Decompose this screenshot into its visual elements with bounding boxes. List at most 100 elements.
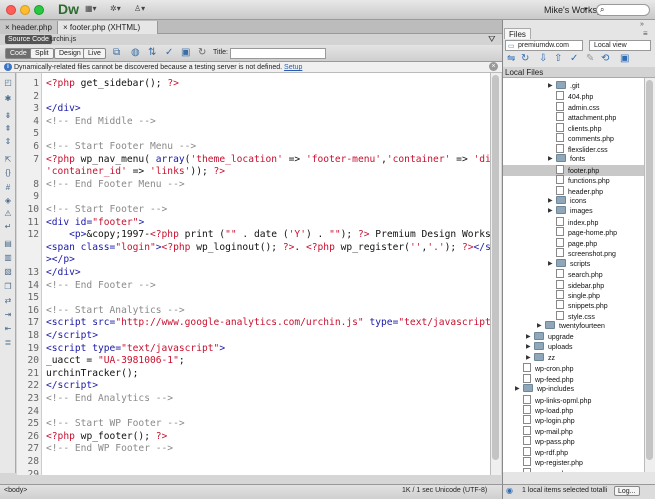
file-item[interactable]: wp-links-opml.php	[523, 394, 591, 406]
sync-icon[interactable]: ⟲	[601, 53, 609, 64]
file-item[interactable]: wp-feed.php	[523, 373, 574, 385]
file-item[interactable]: wp-rss.php	[523, 467, 569, 472]
file-item[interactable]: index.php	[556, 216, 598, 228]
syntax-error-icon[interactable]: ⚠	[3, 209, 13, 219]
file-item[interactable]: single.php	[556, 290, 600, 301]
file-item[interactable]: page.php	[556, 237, 597, 249]
folder-item[interactable]: ▶ uploads	[526, 342, 573, 353]
code-line[interactable]: </div>	[46, 102, 81, 115]
file-item[interactable]: page-home.php	[556, 227, 617, 238]
setup-link[interactable]: Setup	[284, 64, 302, 71]
refresh-icon[interactable]: ↻	[521, 53, 529, 64]
expand-arrow-icon[interactable]: ▶	[537, 321, 542, 332]
code-line[interactable]: <!-- Start WP Footer -->	[46, 417, 185, 430]
wrap-tag-icon[interactable]: ▧	[3, 267, 13, 277]
layout-menu-icon[interactable]: ▦▾	[85, 4, 97, 16]
code-line[interactable]: <!-- End Middle -->	[46, 115, 156, 128]
word-wrap-icon[interactable]: ↵	[3, 222, 13, 232]
expand-arrow-icon[interactable]: ▶	[548, 154, 553, 165]
code-line[interactable]: <script src="http://www.google-analytics…	[46, 316, 490, 329]
collapse-selection-icon[interactable]: ⇞	[3, 124, 13, 134]
source-code-button[interactable]: Source Code	[5, 35, 52, 44]
code-view-button[interactable]: Code	[5, 48, 32, 59]
tag-selector[interactable]: <body>	[4, 487, 27, 494]
file-item[interactable]: style.css	[556, 310, 595, 322]
expand-arrow-icon[interactable]: ▶	[526, 353, 531, 364]
expand-arrow-icon[interactable]: ▶	[548, 206, 553, 217]
tab-footer-php[interactable]: × footer.php (XHTML)	[58, 21, 158, 34]
visual-aids-icon[interactable]: ▣	[181, 47, 190, 58]
code-line[interactable]: urchinTracker();	[46, 367, 138, 380]
file-item[interactable]: flexslider.css	[556, 143, 608, 155]
code-line[interactable]: <?php wp_footer(); ?>	[46, 430, 167, 443]
tab-files[interactable]: Files	[504, 28, 531, 39]
file-item[interactable]: admin.css	[556, 101, 600, 113]
code-line[interactable]: </script>	[46, 329, 98, 342]
file-item[interactable]: clients.php	[556, 122, 601, 134]
code-line[interactable]: <p>&copy;1997-<?php print ("" . date ('Y…	[46, 228, 490, 241]
gear-icon[interactable]: ✲▾	[110, 4, 121, 16]
check-out-icon[interactable]: ✓	[570, 53, 578, 64]
code-scrollbar-thumb[interactable]	[492, 75, 499, 460]
folder-item[interactable]: ▶ images	[548, 206, 593, 217]
code-line[interactable]: </script>	[46, 379, 98, 392]
filter-icon[interactable]: ⛛	[488, 34, 496, 45]
folder-item[interactable]: ▶ icons	[548, 195, 586, 207]
expand-arrow-icon[interactable]: ▶	[526, 342, 531, 353]
site-select[interactable]: ▭ premiumdw.com	[505, 40, 583, 51]
expand-panel-icon[interactable]: ▣	[620, 53, 629, 64]
code-editor[interactable]: 1 2 3 4 5 6 7 8 9 10 11 12 13 14 15 16 17 18 19 20 21 22 23 24 2…	[17, 73, 490, 475]
code-line[interactable]: <?php wp_nav_menu( array('theme_location…	[46, 153, 490, 166]
code-line[interactable]: <script type="text/javascript">	[46, 342, 225, 355]
multiscreen-icon[interactable]: ⧉	[113, 47, 120, 58]
code-line[interactable]: 'container_id' => 'links')); ?>	[46, 165, 225, 178]
related-file-link[interactable]: urchin.js	[50, 35, 76, 44]
file-management-icon[interactable]: ⇅	[148, 47, 156, 58]
expand-all-icon[interactable]: ⇕	[3, 137, 13, 147]
live-view-button[interactable]: Live	[83, 48, 106, 59]
panel-menu-icon[interactable]: ≡	[643, 29, 648, 38]
file-tree[interactable]: ▶ .git 404.php admin.css attachment.php clien…	[503, 78, 644, 472]
folder-item[interactable]: ▶ wp-includes	[515, 384, 574, 395]
indent-code-icon[interactable]: ⇥	[3, 310, 13, 320]
collapse-full-tag-icon[interactable]: ⇟	[3, 111, 13, 121]
refresh-icon[interactable]: ↻	[198, 47, 206, 58]
folder-item[interactable]: ▶ zz	[526, 352, 555, 364]
zoom-window-button[interactable]	[34, 5, 44, 15]
minimize-window-button[interactable]	[20, 5, 30, 15]
folder-item[interactable]: ▶ twentyfourteen	[537, 321, 605, 332]
search-input[interactable]: ⌕	[596, 4, 650, 16]
title-input[interactable]	[230, 48, 326, 59]
code-line[interactable]: _uacct = "UA-3981006-1";	[46, 354, 185, 367]
check-in-icon[interactable]: ✎	[586, 53, 594, 64]
expand-arrow-icon[interactable]: ▶	[548, 259, 553, 270]
split-view-button[interactable]: Split	[30, 48, 54, 59]
connect-icon[interactable]: ⇋	[507, 53, 515, 64]
design-view-button[interactable]: Design	[54, 48, 86, 59]
line-numbers-icon[interactable]: #	[3, 183, 13, 193]
expand-arrow-icon[interactable]: ▶	[515, 384, 520, 395]
highlight-invalid-code-icon[interactable]: ◈	[3, 196, 13, 206]
file-tree-scrollbar-thumb[interactable]	[646, 80, 653, 460]
file-item[interactable]: wp-cron.php	[523, 363, 574, 374]
code-line[interactable]: <!-- End Footer Menu -->	[46, 178, 185, 191]
close-icon[interactable]: ×	[63, 23, 70, 32]
file-item[interactable]: footer.php	[503, 164, 644, 176]
file-item[interactable]: wp-mail.php	[523, 425, 573, 437]
collapse-panel-icon[interactable]: »	[640, 21, 644, 28]
log-button[interactable]: Log...	[614, 486, 640, 496]
file-item[interactable]: wp-pass.php	[523, 436, 575, 447]
view-select[interactable]: Local view	[589, 40, 651, 51]
code-line[interactable]: <!-- End WP Footer -->	[46, 442, 173, 455]
close-icon[interactable]: ×	[5, 23, 12, 32]
file-item[interactable]: wp-rdf.php	[523, 446, 568, 458]
select-parent-tag-icon[interactable]: ⇱	[3, 155, 13, 165]
close-window-button[interactable]	[6, 5, 16, 15]
file-item[interactable]: screenshot.png	[556, 248, 616, 259]
file-item[interactable]: wp-load.php	[523, 404, 573, 416]
show-code-navigator-icon[interactable]: ✱	[3, 94, 13, 104]
expand-arrow-icon[interactable]: ▶	[548, 196, 553, 207]
move-css-icon[interactable]: ⇄	[3, 296, 13, 306]
close-icon[interactable]: ×	[489, 62, 498, 71]
folder-item[interactable]: ▶ .git	[548, 81, 579, 92]
